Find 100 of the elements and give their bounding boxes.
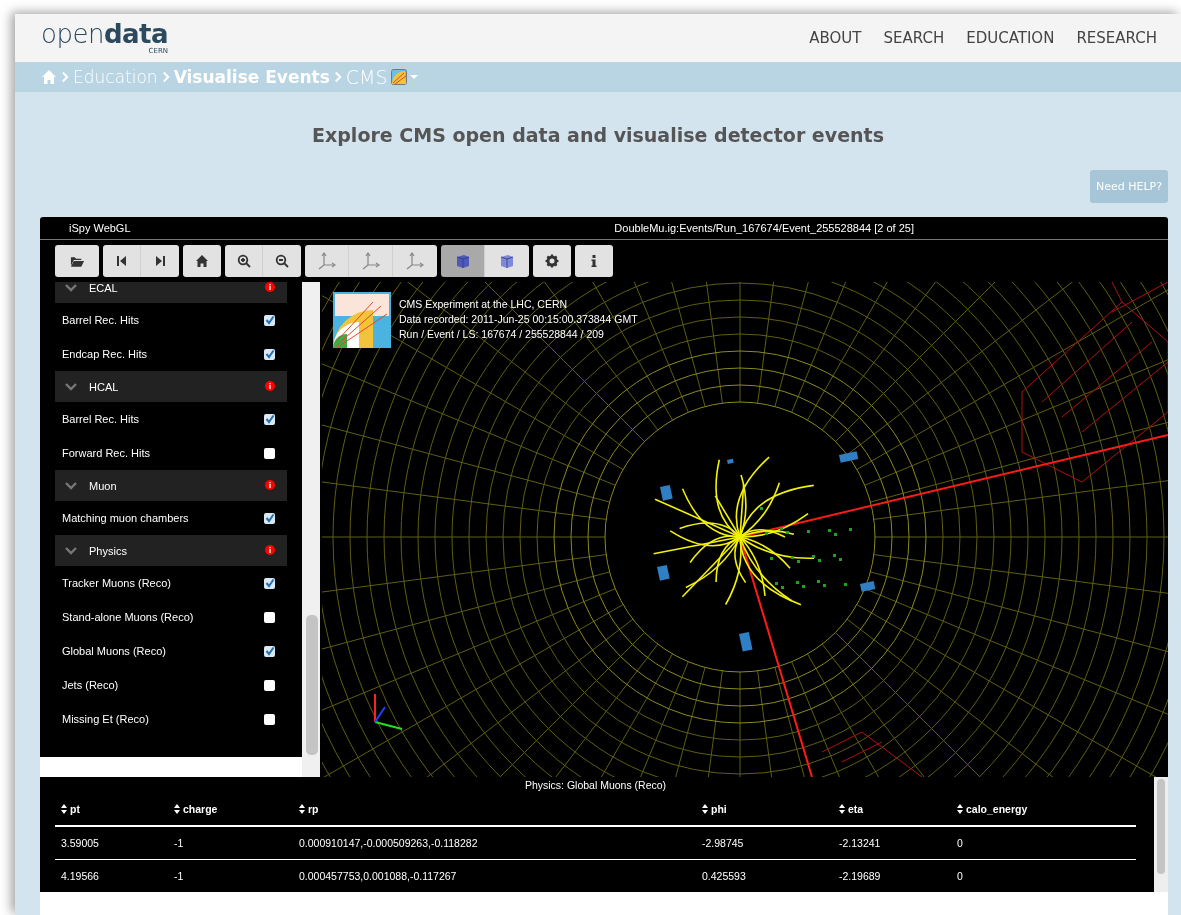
- chevron-right-icon: [161, 70, 170, 84]
- info-button[interactable]: [575, 245, 613, 277]
- home-icon: [41, 69, 57, 85]
- checkbox[interactable]: [264, 512, 275, 524]
- tree-group-header[interactable]: Physics: [55, 535, 287, 566]
- table-cell-text: -2.13241: [839, 837, 882, 849]
- calorimeter-hit: [739, 631, 753, 652]
- table-cell-text: 0: [957, 837, 964, 849]
- event-info-line: Data recorded: 2011-Jun-25 00:15:00.373844 GMT: [399, 313, 638, 325]
- checkbox[interactable]: [264, 447, 275, 459]
- sort-icon: [702, 804, 708, 814]
- group-label: Muon: [89, 479, 117, 492]
- app-name: iSpy WebGL: [69, 222, 131, 234]
- next-event-button[interactable]: [141, 245, 179, 277]
- layer-label: Stand-alone Muons (Reco): [62, 611, 194, 623]
- nav-link[interactable]: EDUCATION: [966, 29, 1055, 47]
- zoom-in-button[interactable]: [225, 245, 263, 277]
- layer-label: Matching muon chambers: [62, 512, 189, 524]
- perspective-button[interactable]: [441, 245, 485, 277]
- checkmark-icon: [264, 349, 275, 359]
- nav-link[interactable]: RESEARCH: [1076, 29, 1157, 47]
- nav-link[interactable]: ABOUT: [809, 29, 862, 47]
- tree-group-header[interactable]: ECAL: [55, 282, 287, 303]
- checkbox[interactable]: [264, 679, 275, 691]
- table-cell-text: -1: [174, 870, 185, 882]
- table-cell-text: -1: [174, 837, 185, 849]
- axes-icon: [405, 252, 425, 270]
- column-header[interactable]: calo_energy: [957, 803, 1136, 815]
- sort-icon: [299, 804, 305, 814]
- cube-icon: [454, 252, 471, 270]
- layer-label: Jets (Reco): [62, 679, 119, 691]
- info-icon: [265, 380, 275, 391]
- checkmark-icon: [264, 646, 275, 656]
- layer-label: Tracker Muons (Reco): [62, 577, 171, 589]
- info-icon: [265, 282, 275, 292]
- chevron-right-icon: [333, 70, 342, 84]
- layer-label: Global Muons (Reco): [62, 645, 166, 657]
- checkbox[interactable]: [264, 611, 275, 623]
- layer-label: Barrel Rec. Hits: [62, 413, 140, 425]
- checkbox[interactable]: [264, 348, 275, 360]
- open-button[interactable]: [55, 245, 99, 277]
- home-icon: [195, 254, 209, 268]
- column-header[interactable]: phi: [702, 803, 839, 815]
- chevron-down-icon: [65, 546, 77, 555]
- axes-icon: [316, 252, 337, 270]
- cms-logo-icon: [390, 69, 407, 85]
- axes-icon: [360, 252, 381, 270]
- settings-button[interactable]: [533, 245, 571, 277]
- layer-label: Forward Rec. Hits: [62, 447, 151, 459]
- sort-icon: [174, 804, 180, 814]
- table-cell-text: 4.19566: [61, 870, 100, 882]
- nav-link[interactable]: SEARCH: [883, 29, 945, 47]
- info-icon: [265, 544, 275, 555]
- checkbox[interactable]: [264, 577, 275, 589]
- table-cell-text: -2.98745: [702, 837, 745, 849]
- previous-event-button[interactable]: [103, 245, 141, 277]
- checkbox[interactable]: [264, 713, 275, 725]
- scrollbar[interactable]: [1154, 777, 1168, 892]
- column-header[interactable]: eta: [839, 803, 957, 815]
- column-header[interactable]: rp: [299, 803, 702, 815]
- chevron-right-icon: [61, 70, 69, 84]
- orthographic-button[interactable]: [485, 245, 529, 277]
- event-path: DoubleMu.ig:Events/Run_167674/Event_255528844 [2 of 25]: [614, 222, 914, 234]
- settings-icon: [545, 254, 559, 268]
- group-label: Physics: [89, 544, 127, 557]
- sort-icon: [839, 804, 845, 814]
- checkmark-icon: [264, 414, 275, 424]
- zoom-in-icon: [236, 254, 251, 268]
- calorimeter-hit: [727, 458, 734, 464]
- layer-label: Barrel Rec. Hits: [62, 314, 140, 326]
- chevron-down-icon: [65, 481, 77, 490]
- layer-label: Endcap Rec. Hits: [62, 348, 147, 360]
- sort-icon: [61, 804, 67, 814]
- checkbox[interactable]: [264, 413, 275, 425]
- event-info-line: CMS Experiment at the LHC, CERN: [399, 298, 569, 310]
- logo-text[interactable]: opendata: [41, 21, 169, 47]
- column-header[interactable]: charge: [174, 803, 299, 815]
- table-cell-text: 0: [957, 870, 964, 882]
- table-cell-text: 0.425593: [702, 870, 747, 882]
- cms-logo-icon: [333, 292, 391, 348]
- cube-icon: [499, 252, 515, 270]
- group-label: ECAL: [89, 282, 118, 294]
- home-view-button[interactable]: [183, 245, 221, 277]
- tree-group-header[interactable]: Muon: [55, 470, 287, 501]
- tree-group-header[interactable]: HCAL: [55, 371, 287, 402]
- scrollbar[interactable]: [302, 282, 320, 777]
- skip-forward-icon: [153, 254, 167, 268]
- group-label: HCAL: [89, 380, 119, 393]
- folder-icon: [69, 254, 85, 268]
- zoom-out-button[interactable]: [263, 245, 301, 277]
- table-caption: Physics: Global Muons (Reco): [523, 778, 668, 793]
- column-header[interactable]: pt: [61, 803, 174, 815]
- checkbox[interactable]: [264, 645, 275, 657]
- caret-icon: [409, 75, 418, 79]
- table-cell-text: -2.19689: [839, 870, 882, 882]
- checkbox[interactable]: [264, 314, 275, 326]
- sort-icon: [957, 804, 963, 814]
- calorimeter-hit: [839, 451, 859, 463]
- calorimeter-hit: [657, 564, 670, 581]
- event-info-line: Run / Event / LS: 167674 / 255528844 / 209: [399, 328, 605, 340]
